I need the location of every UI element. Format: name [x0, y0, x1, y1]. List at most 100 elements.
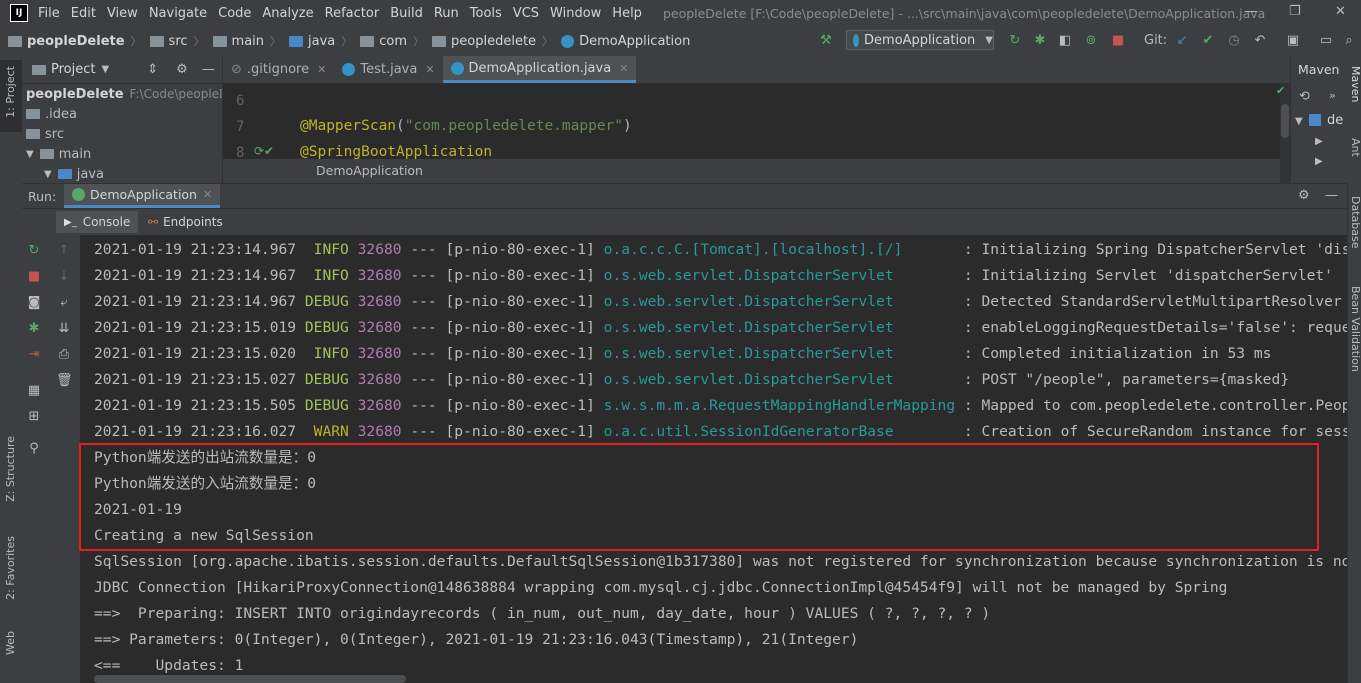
endpoints-tab[interactable]: ⚯ Endpoints — [142, 211, 229, 233]
settings-icon[interactable]: ⊞ — [26, 409, 42, 424]
tree-item[interactable]: ▼ main — [22, 144, 222, 164]
editor-breadcrumb-bar: DemoApplication — [223, 159, 1290, 183]
layout-icon[interactable]: ▦ — [26, 383, 42, 398]
layout-icon[interactable]: ▭ — [1318, 33, 1334, 49]
breadcrumb-item[interactable]: main 〉 — [212, 33, 281, 49]
menu-refactor[interactable]: Refactor — [325, 6, 380, 21]
soft-wrap-icon[interactable]: ⤶ — [56, 295, 72, 310]
menu-file[interactable]: File — [38, 6, 60, 21]
bean-validation-tool-tab[interactable]: Bean Validation — [1349, 286, 1361, 372]
reload-icon[interactable]: ⟲ — [1299, 89, 1310, 104]
tree-item[interactable]: src — [22, 124, 222, 144]
expand-arrow-icon[interactable]: ▶ — [1315, 136, 1323, 147]
menu-code[interactable]: Code — [218, 6, 251, 21]
tree-root[interactable]: peopleDelete F:\Code\peopleDe — [22, 84, 222, 104]
project-tool-tab[interactable]: 1: Project — [4, 66, 17, 118]
close-icon[interactable]: ✕ — [203, 188, 212, 201]
maven-project-label[interactable]: de — [1327, 113, 1343, 128]
tab-demoapplication-java[interactable]: DemoApplication.java ✕ — [442, 56, 637, 83]
gear-icon[interactable]: ⚙ — [1298, 188, 1310, 203]
close-icon[interactable]: ✕ — [317, 63, 326, 76]
up-arrow-icon[interactable]: ↑ — [56, 243, 72, 258]
expand-arrow-icon[interactable]: ▼ — [26, 149, 34, 160]
scroll-to-end-icon[interactable]: ⇊ — [56, 321, 72, 336]
editor-scrollbar[interactable] — [1280, 84, 1290, 183]
git-update-icon[interactable]: ↙ — [1174, 33, 1190, 49]
project-panel-header: Project ▼ ⇕ ⚙ — — [22, 56, 222, 84]
breadcrumb-item[interactable]: peopledelete 〉 — [432, 33, 553, 49]
exit-icon[interactable]: ⇥ — [26, 347, 42, 362]
tree-item[interactable]: ▼ java — [22, 164, 222, 183]
tree-item[interactable]: .idea — [22, 104, 222, 124]
project-structure-icon[interactable]: ▣ — [1285, 33, 1301, 49]
close-icon[interactable]: ✕ — [425, 63, 434, 76]
expand-arrow-icon[interactable]: ▼ — [44, 169, 52, 180]
expand-arrow-icon[interactable]: ▶ — [1315, 156, 1323, 167]
menu-vcs[interactable]: VCS — [513, 6, 539, 21]
menu-build[interactable]: Build — [390, 6, 423, 21]
search-icon[interactable]: ⌕ — [1341, 33, 1357, 49]
git-history-icon[interactable]: ◷ — [1226, 33, 1242, 49]
hide-panel-icon[interactable]: — — [202, 62, 215, 77]
code-line-8[interactable]: @SpringBootApplication — [300, 144, 492, 160]
expand-arrow-icon[interactable]: ▼ — [1295, 116, 1303, 127]
stop-icon[interactable]: ■ — [26, 269, 42, 284]
maven-tool-tab[interactable]: Maven — [1349, 66, 1361, 102]
minimize-icon[interactable]: — — [1245, 4, 1258, 19]
more-icon[interactable]: » — [1329, 89, 1336, 102]
log-message: : POST "/people", parameters={masked} — [963, 371, 1290, 388]
stop-icon[interactable]: ■ — [1110, 33, 1126, 49]
down-arrow-icon[interactable]: ↓ — [56, 269, 72, 284]
run-tab-demoapplication[interactable]: DemoApplication ✕ — [64, 184, 221, 208]
breadcrumb-item[interactable]: DemoApplication — [561, 34, 690, 49]
chevron-down-icon[interactable]: ▼ — [101, 64, 109, 75]
scrollbar-thumb[interactable] — [1281, 104, 1289, 138]
collapse-all-icon[interactable]: ⇕ — [147, 62, 158, 77]
rerun-icon[interactable]: ↻ — [26, 243, 42, 258]
close-window-icon[interactable]: ✕ — [1335, 4, 1346, 19]
breadcrumb-item[interactable]: src 〉 — [149, 33, 205, 49]
inspection-ok-icon[interactable]: ✔ — [1276, 84, 1285, 97]
camera-icon[interactable]: ◙ — [26, 295, 42, 310]
pin-icon[interactable]: ⚲ — [26, 441, 42, 456]
code-line-7[interactable]: @MapperScan("com.peopledelete.mapper") — [300, 118, 632, 134]
breadcrumb-item[interactable]: com 〉 — [360, 33, 424, 49]
menu-help[interactable]: Help — [612, 6, 642, 21]
menu-view[interactable]: View — [107, 6, 138, 21]
editor-breadcrumb[interactable]: DemoApplication — [316, 163, 423, 178]
run-configuration-select[interactable]: DemoApplication ▼ — [846, 30, 994, 50]
menu-window[interactable]: Window — [550, 6, 601, 21]
hide-panel-icon[interactable]: — — [1325, 188, 1338, 203]
console-horizontal-scrollbar[interactable] — [94, 675, 406, 683]
menu-navigate[interactable]: Navigate — [149, 6, 207, 21]
breadcrumb-item[interactable]: peopleDelete 〉 — [8, 33, 142, 49]
menu-tools[interactable]: Tools — [470, 6, 502, 21]
build-hammer-icon[interactable]: ⚒ — [818, 33, 834, 49]
close-icon[interactable]: ✕ — [619, 62, 628, 75]
restore-icon[interactable]: ❐ — [1289, 4, 1301, 19]
favorites-tool-tab[interactable]: 2: Favorites — [4, 536, 17, 600]
print-icon[interactable]: ⎙ — [56, 347, 72, 362]
tab-gitignore[interactable]: ⊘ .gitignore ✕ — [223, 56, 334, 83]
profile-icon[interactable]: ⊚ — [1083, 33, 1099, 49]
trash-icon[interactable]: 🗑 — [56, 373, 73, 388]
menu-edit[interactable]: Edit — [71, 6, 96, 21]
menu-analyze[interactable]: Analyze — [262, 6, 313, 21]
ant-tool-tab[interactable]: Ant — [1349, 138, 1361, 157]
console-tab[interactable]: ▶_ Console — [56, 211, 139, 233]
menu-run[interactable]: Run — [434, 6, 459, 21]
rollback-icon[interactable]: ↶ — [1252, 33, 1268, 49]
rerun-icon[interactable]: ↻ — [1007, 33, 1023, 49]
breadcrumb-item[interactable]: java 〉 — [289, 33, 352, 49]
spring-bean-gutter-icon[interactable]: ⟳✔ — [254, 144, 274, 158]
structure-tool-tab[interactable]: Z: Structure — [4, 436, 17, 502]
coverage-icon[interactable]: ◧ — [1057, 33, 1073, 49]
git-commit-icon[interactable]: ✔ — [1200, 33, 1216, 49]
project-panel-title[interactable]: Project — [51, 62, 95, 77]
debug-icon[interactable]: ✱ — [26, 321, 42, 336]
debug-icon[interactable]: ✱ — [1032, 33, 1048, 49]
web-tool-tab[interactable]: Web — [4, 631, 17, 655]
database-tool-tab[interactable]: Database — [1349, 196, 1361, 249]
gear-icon[interactable]: ⚙ — [176, 62, 188, 77]
tab-test-java[interactable]: Test.java ✕ — [334, 56, 442, 83]
